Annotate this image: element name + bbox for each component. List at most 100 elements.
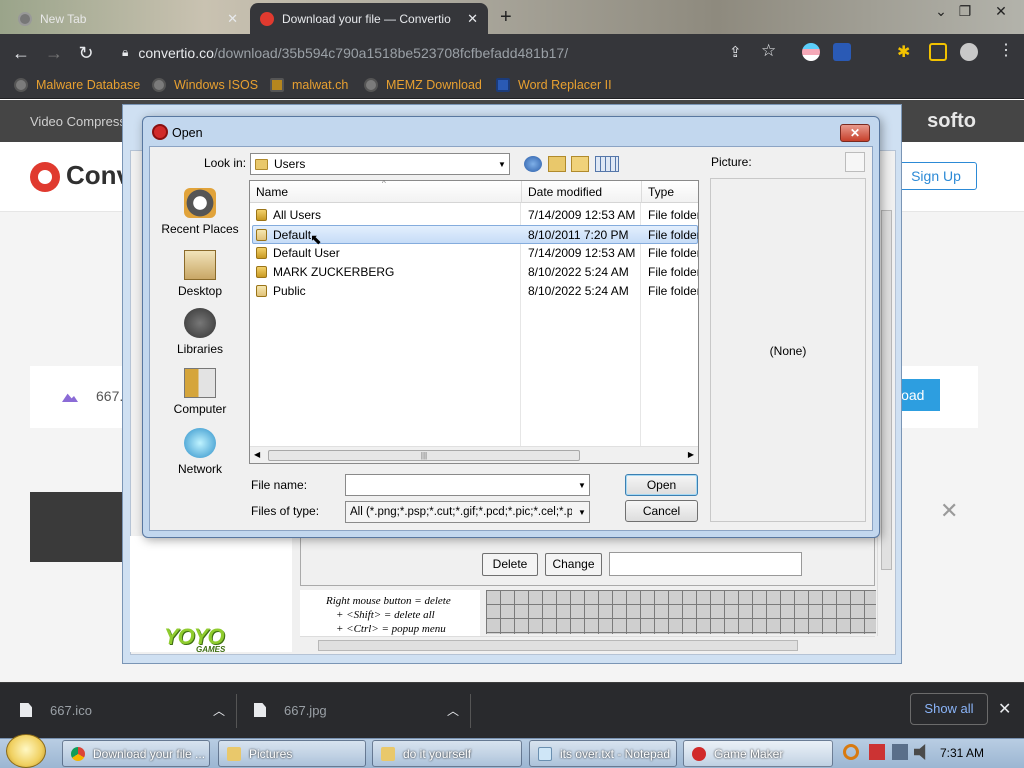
back-arrow-icon[interactable] xyxy=(524,156,542,172)
file-list[interactable]: Name Date modified Type ^ All Users 7/14… xyxy=(249,179,699,464)
reload-icon[interactable]: ↻ xyxy=(75,42,97,64)
file-list-hscroll[interactable]: ◀ ||| ▶ xyxy=(250,446,698,463)
scroll-thumb[interactable]: ||| xyxy=(268,450,580,461)
taskbar-chrome[interactable]: Download your file ... xyxy=(62,740,210,767)
url-host: convertio.co xyxy=(138,44,214,61)
taskbar-pictures[interactable]: Pictures xyxy=(218,740,366,767)
file-row-mark-zuckerberg[interactable]: MARK ZUCKERBERG 8/10/2022 5:24 AM File f… xyxy=(252,263,698,282)
cancel-button[interactable]: Cancel xyxy=(625,500,698,522)
network-icon xyxy=(184,428,216,458)
close-icon[interactable]: ✕ xyxy=(467,11,478,27)
clock[interactable]: 7:31 AM xyxy=(940,746,984,760)
bookmark-star-icon[interactable]: ☆ xyxy=(761,41,776,61)
preview-zoom-icon[interactable] xyxy=(845,152,865,172)
file-icon xyxy=(254,703,266,717)
look-in-label: Look in: xyxy=(204,156,247,170)
new-tab-button[interactable]: + xyxy=(500,6,512,29)
video-compress-link[interactable]: Video Compress xyxy=(30,114,126,129)
folder-icon xyxy=(255,158,268,170)
sign-up-button[interactable]: Sign Up xyxy=(895,162,977,190)
tab-convertio[interactable]: Download your file — Convertio ✕ xyxy=(250,3,488,34)
place-computer[interactable]: Computer xyxy=(155,368,245,416)
action-center-icon[interactable] xyxy=(869,744,885,760)
search-icon[interactable] xyxy=(843,744,859,760)
look-in-combo[interactable]: Users ▼ xyxy=(250,153,510,175)
files-of-type-select[interactable]: All (*.png;*.psp;*.cut;*.gif;*.pcd;*.pic… xyxy=(345,501,590,523)
chevron-down-icon[interactable]: ⌄ xyxy=(930,2,952,22)
profile-avatar-icon[interactable] xyxy=(960,43,978,61)
bookmark-word-replacer[interactable]: Word Replacer II xyxy=(496,76,612,94)
dialog-title: Open xyxy=(172,126,203,140)
download-item-ico[interactable]: 667.ico ︿ xyxy=(20,682,225,738)
softo-logo[interactable]: softo xyxy=(927,110,976,133)
extension-flag-icon[interactable] xyxy=(802,43,820,61)
close-icon[interactable]: ✕ xyxy=(940,498,958,524)
forward-icon[interactable]: → xyxy=(43,42,65,64)
open-button[interactable]: Open xyxy=(625,474,698,496)
maximize-button[interactable]: ❐ xyxy=(954,2,976,22)
room-grid[interactable] xyxy=(486,590,876,634)
bookmark-windows-isos[interactable]: Windows ISOS xyxy=(152,76,258,94)
globe-icon xyxy=(152,78,166,92)
chevron-down-icon: ▼ xyxy=(498,159,506,169)
back-icon[interactable]: ← xyxy=(10,42,32,64)
taskbar-game-maker[interactable]: Game Maker xyxy=(683,740,833,767)
chevron-down-icon[interactable]: ▼ xyxy=(575,481,589,490)
new-folder-icon[interactable] xyxy=(571,156,589,172)
place-desktop[interactable]: Desktop xyxy=(155,250,245,298)
sort-arrow-icon: ^ xyxy=(382,179,386,188)
scroll-thumb[interactable] xyxy=(881,210,892,570)
file-row-all-users[interactable]: All Users 7/14/2009 12:53 AM File folder xyxy=(252,206,698,225)
address-bar[interactable]: 🔒︎ convertio.co/download/35b594c790a1518… xyxy=(110,38,790,67)
scroll-thumb[interactable] xyxy=(318,640,798,651)
word-replacer-icon[interactable] xyxy=(833,43,851,61)
taskbar-notepad[interactable]: its over.txt - Notepad xyxy=(529,740,677,767)
change-button[interactable]: Change xyxy=(545,553,602,576)
file-row-public[interactable]: Public 8/10/2022 5:24 AM File folder xyxy=(252,282,698,301)
mouse-cursor-icon: ⬉ xyxy=(310,231,322,247)
taskbar-do-it-yourself[interactable]: do it yourself xyxy=(372,740,522,767)
show-all-button[interactable]: Show all xyxy=(910,693,988,725)
file-name-input[interactable]: ▼ xyxy=(345,474,590,496)
chevron-up-icon[interactable]: ︿ xyxy=(213,702,225,719)
extensions-puzzle-icon[interactable]: ✱ xyxy=(897,42,910,62)
place-recent-places[interactable]: Recent Places xyxy=(155,188,245,236)
file-name-label: File name: xyxy=(251,478,308,492)
recent-places-icon xyxy=(184,188,216,218)
close-icon[interactable]: ✕ xyxy=(227,11,238,27)
place-libraries[interactable]: Libraries xyxy=(155,308,245,356)
url-path: /download/35b594c790a1518be523708fcfbefa… xyxy=(213,44,569,61)
side-panel-icon[interactable] xyxy=(929,43,947,61)
tab-new-tab[interactable]: New Tab ✕ xyxy=(8,3,248,34)
folder-icon xyxy=(256,229,267,241)
files-of-type-label: Files of type: xyxy=(251,504,320,518)
game-maker-field[interactable] xyxy=(609,552,802,576)
chevron-up-icon[interactable]: ︿ xyxy=(447,702,459,719)
view-menu-icon[interactable] xyxy=(595,156,619,172)
download-item-jpg[interactable]: 667.jpg ︿ xyxy=(254,682,459,738)
start-button[interactable] xyxy=(6,734,46,768)
column-header-date[interactable]: Date modified xyxy=(522,181,642,203)
bookmark-malwatch[interactable]: malwat.ch xyxy=(270,76,348,94)
word-replacer-icon xyxy=(496,78,510,92)
place-network[interactable]: Network xyxy=(155,428,245,476)
close-downloads-bar-icon[interactable]: ✕ xyxy=(998,699,1011,719)
folder-icon xyxy=(256,285,267,297)
scroll-right-icon[interactable]: ▶ xyxy=(688,450,694,459)
horizontal-scrollbar[interactable] xyxy=(300,636,875,653)
bookmark-memz-download[interactable]: MEMZ Download xyxy=(364,76,482,94)
bookmark-malware-database[interactable]: Malware Database xyxy=(14,76,140,94)
share-icon[interactable]: ⇪ xyxy=(729,43,742,61)
delete-button[interactable]: Delete xyxy=(482,553,538,576)
network-tray-icon[interactable] xyxy=(892,744,908,760)
libraries-icon xyxy=(184,308,216,338)
column-header-type[interactable]: Type xyxy=(642,181,698,203)
dialog-close-button[interactable]: ✕ xyxy=(840,124,870,142)
chrome-icon xyxy=(71,746,85,761)
scroll-left-icon[interactable]: ◀ xyxy=(254,450,260,459)
convertio-logo-icon[interactable] xyxy=(30,162,60,192)
up-folder-icon[interactable] xyxy=(548,156,566,172)
menu-kebab-icon[interactable]: ⋮ xyxy=(998,40,1014,60)
column-header-name[interactable]: Name xyxy=(250,181,522,203)
close-window-button[interactable]: ✕ xyxy=(990,2,1012,22)
